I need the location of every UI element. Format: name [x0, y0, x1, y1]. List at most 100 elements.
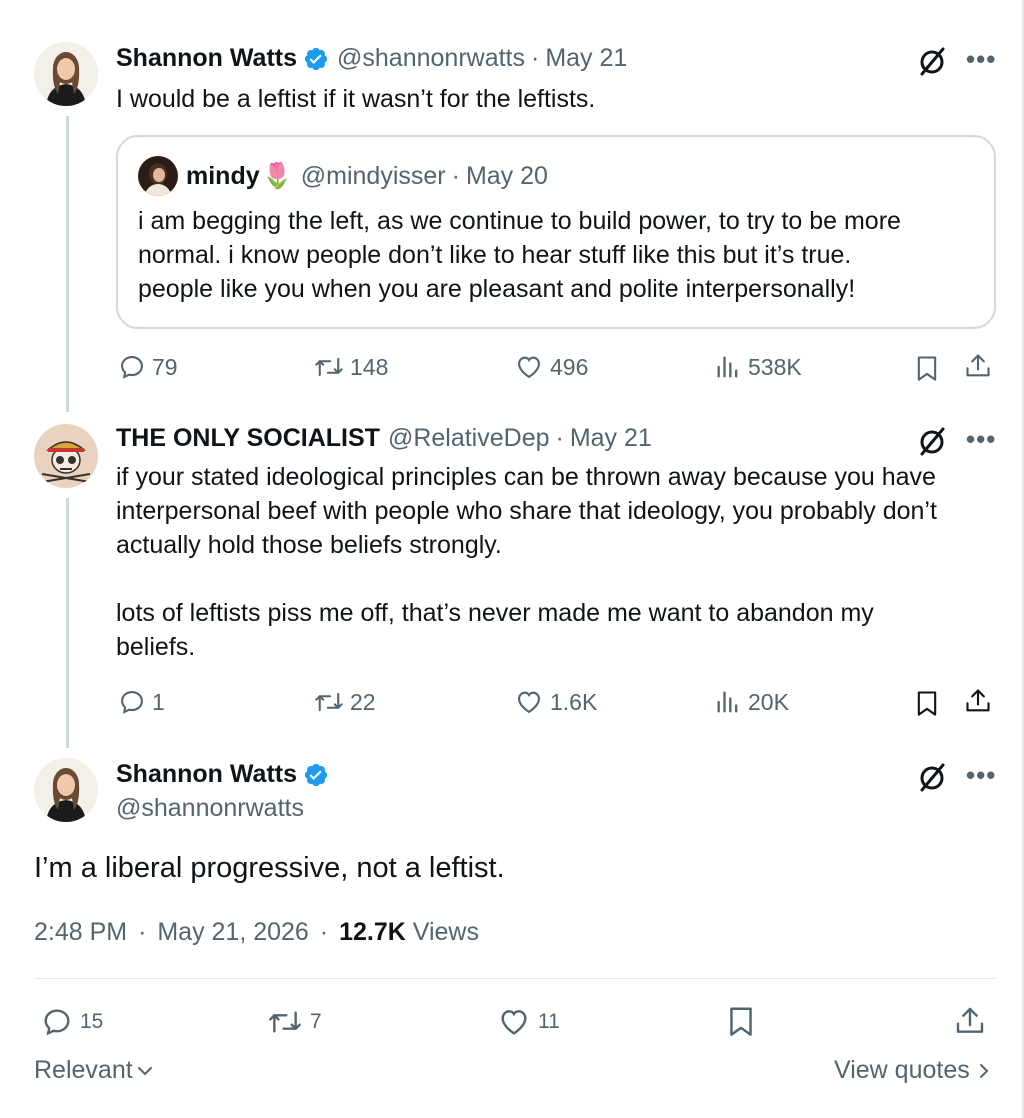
- repost-icon: [315, 692, 343, 712]
- tweet-text-line: lots of leftists piss me off, that’s nev…: [116, 599, 874, 627]
- like-button[interactable]: 1.6K: [514, 688, 597, 716]
- avatar-shannon-watts[interactable]: [34, 42, 98, 106]
- reply-icon: [121, 356, 143, 379]
- grok-icon[interactable]: [918, 762, 946, 797]
- quote-text: i am begging the left, as we continue to…: [138, 204, 901, 306]
- verified-badge-icon: [303, 762, 329, 788]
- tweet-full-date[interactable]: May 21, 2026: [157, 918, 309, 946]
- quote-text-line: normal. i know people don’t like to hear…: [138, 241, 852, 269]
- quote-author-handle[interactable]: @mindyisser: [301, 162, 446, 191]
- views-button[interactable]: 538K: [714, 353, 802, 381]
- tweet-thread-view: Shannon Watts @shannonrwatts · May 21 ••…: [0, 0, 1024, 1118]
- repost-count: 7: [310, 1010, 322, 1033]
- separator-dot: ·: [451, 162, 460, 190]
- main-tweet-text: I’m a liberal progressive, not a leftist…: [34, 852, 505, 884]
- view-quotes-label: View quotes: [834, 1056, 970, 1084]
- tweet-text-line: actually hold those beliefs strongly.: [116, 531, 502, 559]
- grok-icon[interactable]: [918, 426, 946, 461]
- bookmark-icon[interactable]: [914, 689, 940, 722]
- like-button[interactable]: 11: [496, 1006, 560, 1038]
- avatar-shannon-watts[interactable]: [34, 758, 98, 822]
- sort-replies-dropdown[interactable]: Relevant: [34, 1056, 155, 1085]
- thread-connector-line: [66, 498, 69, 748]
- reply-count: 1: [152, 688, 165, 715]
- separator-dot: ·: [555, 424, 564, 452]
- views-button[interactable]: 20K: [714, 688, 789, 716]
- share-icon[interactable]: [954, 1004, 986, 1043]
- view-count: 538K: [748, 353, 802, 380]
- quote-text-line: people like you when you are pleasant an…: [138, 275, 856, 303]
- bookmark-icon[interactable]: [914, 354, 940, 387]
- more-horizontal-icon[interactable]: •••: [966, 760, 996, 791]
- like-button[interactable]: 496: [514, 353, 588, 381]
- views-icon: [717, 691, 738, 713]
- view-quotes-link[interactable]: View quotes: [834, 1056, 994, 1085]
- reply-count: 15: [80, 1010, 104, 1033]
- author-name[interactable]: THE ONLY SOCIALIST: [116, 424, 380, 453]
- like-icon: [518, 356, 540, 379]
- tweet-text-line: interpersonal beef with people who share…: [116, 497, 937, 525]
- tweet1-text: I would be a leftist if it wasn’t for th…: [116, 85, 596, 113]
- like-icon: [501, 1010, 527, 1035]
- tweet2-header: THE ONLY SOCIALIST @RelativeDep · May 21: [116, 424, 652, 453]
- author-handle[interactable]: @shannonrwatts: [116, 794, 304, 823]
- avatar-the-only-socialist[interactable]: [34, 424, 98, 488]
- views-label: Views: [412, 918, 479, 946]
- share-icon[interactable]: [964, 352, 992, 385]
- divider: [34, 978, 996, 979]
- quote-header: mindy 🌷 @mindyisser · May 20: [186, 162, 548, 191]
- repost-button[interactable]: 148: [314, 353, 388, 381]
- separator-dot: ·: [319, 918, 329, 946]
- like-icon: [518, 691, 540, 714]
- quote-text-line: i am begging the left, as we continue to…: [138, 207, 901, 235]
- sort-label: Relevant: [34, 1056, 133, 1084]
- repost-icon: [269, 1011, 301, 1033]
- view-count: 20K: [748, 688, 789, 715]
- reply-button[interactable]: 79: [118, 353, 178, 381]
- author-name[interactable]: Shannon Watts: [116, 760, 297, 789]
- like-count: 496: [550, 353, 589, 380]
- views-icon: [717, 356, 738, 378]
- verified-badge-icon: [303, 46, 329, 72]
- reply-button[interactable]: 1: [118, 688, 165, 716]
- like-count: 11: [538, 1010, 560, 1033]
- views-count: 12.7K: [339, 918, 406, 946]
- tweet-date[interactable]: May 21: [570, 424, 652, 453]
- like-count: 1.6K: [550, 688, 598, 715]
- chevron-right-icon: [979, 1063, 989, 1078]
- reply-icon: [121, 691, 143, 714]
- quote-date[interactable]: May 20: [466, 162, 548, 191]
- bookmark-icon[interactable]: [726, 1004, 756, 1043]
- more-horizontal-icon[interactable]: •••: [966, 424, 996, 455]
- repost-count: 22: [350, 688, 376, 715]
- repost-button[interactable]: 7: [266, 1006, 322, 1038]
- author-handle[interactable]: @RelativeDep: [388, 424, 550, 453]
- tweet-text-line: if your stated ideological principles ca…: [116, 463, 936, 491]
- separator-dot: ·: [531, 44, 540, 72]
- share-icon[interactable]: [964, 687, 992, 720]
- main-tweet-header: Shannon Watts: [116, 760, 329, 789]
- separator-dot: ·: [138, 918, 147, 946]
- reply-icon: [44, 1009, 70, 1036]
- quote-author-name[interactable]: mindy: [186, 162, 260, 191]
- grok-icon[interactable]: [918, 46, 946, 81]
- author-name[interactable]: Shannon Watts: [116, 44, 297, 73]
- tweet-meta: 2:48 PM · May 21, 2026 · 12.7K Views: [34, 918, 479, 947]
- author-handle[interactable]: @shannonrwatts: [337, 44, 525, 73]
- tweet-text-line: beliefs.: [116, 633, 196, 661]
- avatar-mindy[interactable]: [138, 156, 178, 196]
- reply-button[interactable]: 15: [40, 1006, 103, 1038]
- chevron-down-icon: [137, 1066, 152, 1075]
- tweet-date[interactable]: May 21: [545, 44, 627, 73]
- reply-count: 79: [152, 353, 178, 380]
- repost-count: 148: [350, 353, 389, 380]
- repost-icon: [315, 357, 343, 377]
- tweet2-text: if your stated ideological principles ca…: [116, 460, 937, 664]
- tulip-emoji: 🌷: [261, 162, 293, 190]
- more-horizontal-icon[interactable]: •••: [966, 44, 996, 75]
- thread-connector-line: [66, 116, 69, 412]
- repost-button[interactable]: 22: [314, 688, 376, 716]
- tweet1-header: Shannon Watts @shannonrwatts · May 21: [116, 44, 627, 73]
- tweet-time[interactable]: 2:48 PM: [34, 918, 127, 946]
